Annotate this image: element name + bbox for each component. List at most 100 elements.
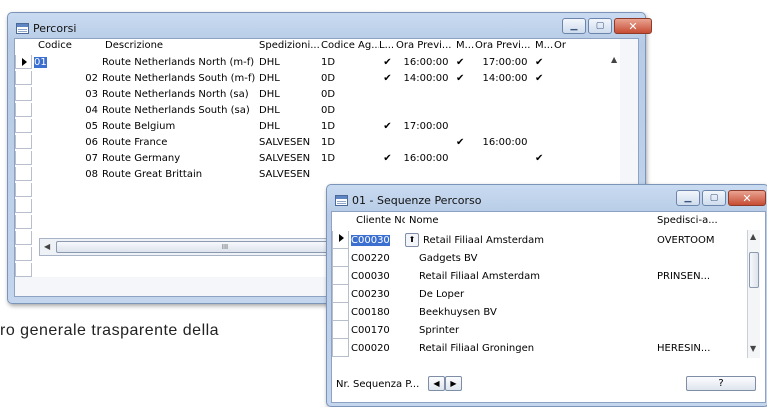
col-or[interactable]: Or bbox=[554, 40, 568, 54]
cell-descrizione[interactable]: Route Netherlands North (sa) bbox=[102, 89, 259, 100]
cell-l[interactable]: ✔ bbox=[379, 57, 396, 68]
cliente-no-value[interactable]: C00220 bbox=[351, 253, 390, 264]
col-codice[interactable]: Codice bbox=[32, 40, 102, 54]
row-selector[interactable] bbox=[332, 285, 349, 303]
cell-ora-prevista-2[interactable]: 16:00:00 bbox=[475, 137, 535, 148]
cell-codice[interactable]: 01 bbox=[32, 56, 102, 68]
table-row[interactable]: C00020 Retail Filiaal Groningen HERESIN... bbox=[332, 339, 735, 357]
row-selector[interactable] bbox=[15, 135, 32, 149]
row-selector[interactable] bbox=[15, 231, 32, 245]
row-selector[interactable] bbox=[332, 267, 349, 285]
table-row[interactable]: 05 Route Belgium DHL 1D ✔ 17:00:00 bbox=[15, 118, 554, 134]
row-selector[interactable] bbox=[15, 103, 32, 117]
table-row[interactable] bbox=[15, 230, 32, 246]
lookup-arrow-icon[interactable]: ⬆ bbox=[405, 233, 419, 247]
cell-codice-agente[interactable]: 1D bbox=[321, 57, 379, 68]
row-selector[interactable] bbox=[15, 167, 32, 181]
scroll-up-icon[interactable]: ▲ bbox=[611, 55, 617, 64]
cell-m-2[interactable]: ✔ bbox=[535, 73, 554, 84]
row-selector[interactable] bbox=[15, 55, 32, 69]
cell-m-2[interactable]: ✔ bbox=[535, 57, 554, 68]
sequenze-vscroll[interactable]: ▲ ▼ bbox=[747, 230, 760, 358]
table-row[interactable]: C00030 ⬆ Retail Filiaal Amsterdam OVERTOOM bbox=[332, 231, 735, 249]
help-button[interactable]: ? bbox=[686, 376, 756, 391]
table-row[interactable]: C00180 Beekhuysen BV bbox=[332, 303, 735, 321]
cell-descrizione[interactable]: Route Germany bbox=[102, 153, 259, 164]
cliente-no-value[interactable]: C00230 bbox=[351, 289, 390, 300]
cell-codice[interactable]: 07 bbox=[32, 153, 102, 164]
cell-nome[interactable]: ⬆ Retail Filiaal Amsterdam bbox=[405, 233, 657, 247]
cell-codice[interactable]: 03 bbox=[32, 89, 102, 100]
table-row[interactable]: 08 Route Great Brittain SALVESEN bbox=[15, 166, 554, 182]
table-row[interactable] bbox=[15, 214, 32, 230]
row-selector[interactable] bbox=[15, 151, 32, 165]
close-button[interactable]: ✕ bbox=[614, 18, 652, 34]
maximize-button[interactable]: ▢ bbox=[702, 190, 726, 206]
cell-cliente-no[interactable]: C00220 bbox=[349, 253, 405, 264]
col-l[interactable]: L... bbox=[379, 40, 396, 54]
percorsi-titlebar[interactable]: Percorsi bbox=[16, 19, 76, 37]
cell-spedizioni[interactable]: SALVESEN bbox=[259, 137, 321, 148]
sequenze-titlebar[interactable]: 01 - Sequenze Percorso bbox=[335, 191, 482, 209]
cell-nome[interactable]: Gadgets BV bbox=[405, 253, 657, 264]
col-cliente-no[interactable]: Cliente No. bbox=[349, 215, 405, 229]
cell-ora-prevista-1[interactable]: 16:00:00 bbox=[396, 153, 456, 164]
col-codice-agente[interactable]: Codice Ag... bbox=[321, 40, 379, 54]
col-ora-prevista-2[interactable]: Ora Previ... bbox=[475, 40, 535, 54]
minimize-button[interactable]: ▁ bbox=[562, 18, 586, 34]
table-row[interactable]: 04 Route Netherlands South (sa) DHL 0D bbox=[15, 102, 554, 118]
cell-cliente-no[interactable]: C00230 bbox=[349, 289, 405, 300]
next-button[interactable]: ▶ bbox=[445, 376, 462, 391]
vscroll-thumb[interactable] bbox=[749, 252, 759, 288]
cell-codice[interactable]: 02 bbox=[32, 73, 102, 84]
cell-ora-prevista-1[interactable]: 16:00:00 bbox=[396, 57, 456, 68]
cell-cliente-no[interactable]: C00020 bbox=[349, 343, 405, 354]
cell-ora-prevista-1[interactable]: 14:00:00 bbox=[396, 73, 456, 84]
col-nome[interactable]: Nome bbox=[405, 215, 657, 229]
cell-l[interactable]: ✔ bbox=[379, 121, 396, 132]
cliente-no-value[interactable]: C00030 bbox=[351, 271, 390, 282]
cell-nome[interactable]: De Loper bbox=[405, 289, 657, 300]
table-row[interactable]: 02 Route Netherlands South (m-f) DHL 0D ✔ 14:… bbox=[15, 70, 554, 86]
cell-ora-prevista-2[interactable]: 17:00:00 bbox=[475, 57, 535, 68]
table-row[interactable]: C00030 Retail Filiaal Amsterdam PRINSEN... bbox=[332, 267, 735, 285]
col-spedisci-a[interactable]: Spedisci-a... bbox=[657, 215, 737, 229]
cell-l[interactable]: ✔ bbox=[379, 73, 396, 84]
cell-nome[interactable]: Retail Filiaal Amsterdam bbox=[405, 271, 657, 282]
cell-codice-agente[interactable]: 0D bbox=[321, 73, 379, 84]
cliente-no-value[interactable]: C00020 bbox=[351, 343, 390, 354]
table-row[interactable]: 01 Route Netherlands North (m-f) DHL 1D ✔ 16:… bbox=[15, 54, 554, 70]
cell-cliente-no[interactable]: C00170 bbox=[349, 325, 405, 336]
cell-codice-agente[interactable]: 0D bbox=[321, 105, 379, 116]
cell-spedizioni[interactable]: DHL bbox=[259, 73, 321, 84]
table-row[interactable]: C00230 De Loper bbox=[332, 285, 735, 303]
cell-nome[interactable]: Beekhuysen BV bbox=[405, 307, 657, 318]
minimize-button[interactable]: ▁ bbox=[676, 190, 700, 206]
table-row[interactable]: 06 Route France SALVESEN 1D ✔ 16:00:00 bbox=[15, 134, 554, 150]
row-selector[interactable] bbox=[15, 263, 32, 277]
cell-l[interactable]: ✔ bbox=[379, 153, 396, 164]
col-m-1[interactable]: M... bbox=[456, 40, 475, 54]
row-selector[interactable] bbox=[332, 231, 349, 249]
cell-nome[interactable]: Sprinter bbox=[405, 325, 657, 336]
prev-button[interactable]: ◀ bbox=[428, 376, 445, 391]
scroll-left-icon[interactable]: ◀ bbox=[44, 242, 50, 251]
cell-codice[interactable]: 04 bbox=[32, 105, 102, 116]
row-selector[interactable] bbox=[332, 249, 349, 267]
cell-m-1[interactable]: ✔ bbox=[456, 137, 475, 148]
cell-spedisci-a[interactable]: HERESIN... bbox=[657, 343, 735, 354]
cell-codice[interactable]: 05 bbox=[32, 121, 102, 132]
cell-codice-agente[interactable]: 1D bbox=[321, 137, 379, 148]
scroll-up-icon[interactable]: ▲ bbox=[750, 232, 756, 241]
table-row[interactable] bbox=[15, 198, 32, 214]
cliente-no-value[interactable]: C00180 bbox=[351, 307, 390, 318]
maximize-button[interactable]: ▢ bbox=[588, 18, 612, 34]
row-selector[interactable] bbox=[15, 215, 32, 229]
row-selector[interactable] bbox=[332, 303, 349, 321]
cell-ora-prevista-1[interactable]: 17:00:00 bbox=[396, 121, 456, 132]
col-spedizioni[interactable]: Spedizioni... bbox=[259, 40, 321, 54]
cell-cliente-no[interactable]: C00030 bbox=[349, 271, 405, 282]
cell-m-1[interactable]: ✔ bbox=[456, 57, 475, 68]
cell-descrizione[interactable]: Route Netherlands North (m-f) bbox=[102, 57, 259, 68]
cell-spedisci-a[interactable]: OVERTOOM bbox=[657, 235, 735, 246]
